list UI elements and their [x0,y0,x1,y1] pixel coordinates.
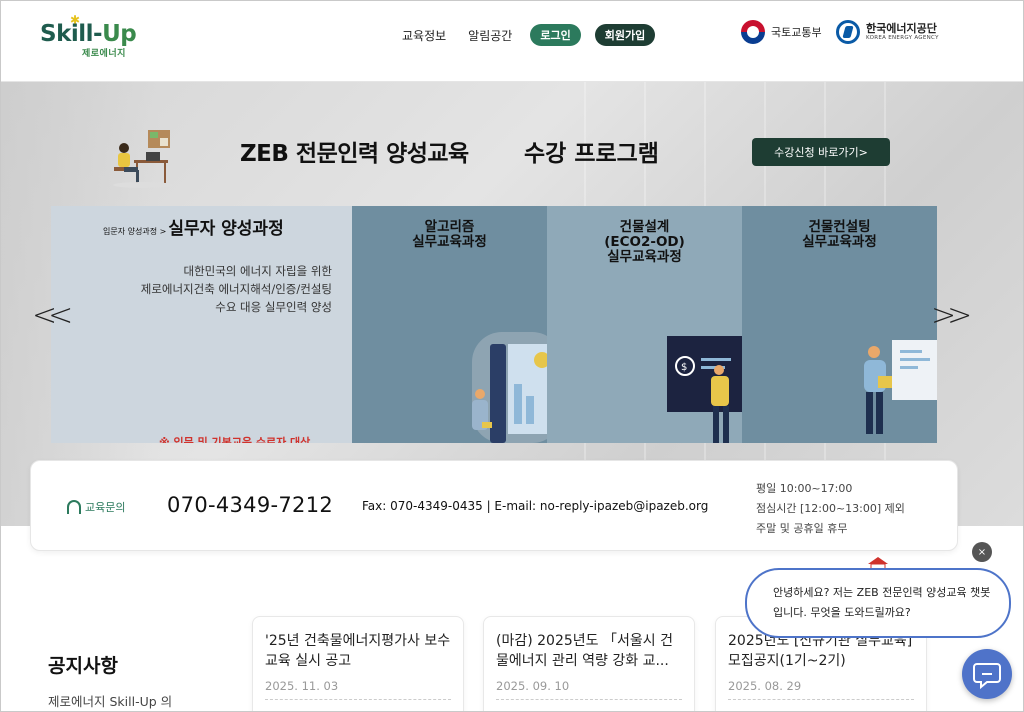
taegeuk-emblem-icon [741,20,765,44]
carousel-next-button[interactable]: >> [931,298,972,333]
course-carousel: 입문자 양성과정 > 실무자 양성과정 대한민국의 에너지 자립을 위한 제로에… [51,206,937,443]
notice-card-title: '25년 건축물에너지평가사 보수교육 실시 공고 [265,633,451,669]
slide-algorithm-course[interactable]: 알고리즘 실무교육과정 [352,206,547,443]
hero-subtitle: 수강 프로그램 [524,141,659,167]
contact-bar: 교육문의 070-4349-7212 Fax: 070-4349-0435 | … [30,460,958,551]
desk-worker-illustration [113,130,173,188]
notice-section-title: 공지사항 [48,655,118,677]
kea-label-en: KOREA ENERGY AGENCY [866,35,939,41]
notice-card[interactable]: (마감) 2025년도 「서울시 건물에너지 관리 역량 강화 교... 202… [483,616,695,712]
slide-building-design-course[interactable]: 건물설계 (ECO2-OD) 실무교육과정 $ [547,206,742,443]
molit-label: 국토교통부 [771,26,822,39]
money-chart-illustration: $ [667,336,742,443]
consultant-illustration [864,340,937,434]
notice-card-date: 2025. 08. 29 [728,679,802,693]
slide-title: 건물컨설팅 실무교육과정 [802,219,877,250]
notice-card[interactable]: '25년 건축물에너지평가사 보수교육 실시 공고 2025. 11. 03 [252,616,464,712]
chatbot-close-button[interactable]: × [972,542,992,562]
slide-practitioner-course[interactable]: 입문자 양성과정 > 실무자 양성과정 대한민국의 에너지 자립을 위한 제로에… [51,206,352,443]
notice-card-date: 2025. 09. 10 [496,679,570,693]
headset-icon [67,500,81,514]
data-dashboard-illustration [472,332,547,443]
contact-label: 교육문의 [85,501,126,514]
slide-breadcrumb: 입문자 양성과정 > [103,227,167,236]
divider [496,699,682,700]
chatbot-open-button[interactable] [962,649,1012,699]
main-nav: 교육정보 알림공간 로그인 회원가입 [398,24,656,46]
contact-hours: 평일 10:00~17:00 점심시간 [12:00~13:00] 제외 주말 … [756,482,905,535]
login-button[interactable]: 로그인 [530,24,581,46]
kea-link[interactable]: 한국에너지공단 KOREA ENERGY AGENCY [836,20,939,44]
carousel-prev-button[interactable]: << [32,298,73,333]
apply-now-button[interactable]: 수강신청 바로가기> [752,138,890,166]
notice-section-subtitle: 제로에너지 Skill-Up 의 [48,694,173,709]
slide-title: 알고리즘 실무교육과정 [412,219,487,250]
kea-label: 한국에너지공단 [866,22,937,35]
notice-card-title: (마감) 2025년도 「서울시 건물에너지 관리 역량 강화 교... [496,633,673,669]
logo-text: Skill- [40,21,103,47]
divider [265,699,451,700]
site-logo[interactable]: ✱ Skill-Up 제로에너지 [40,13,150,65]
contact-fax-email: Fax: 070-4349-0435 | E-mail: no-reply-ip… [362,499,709,513]
divider [728,699,914,700]
logo-text-up: Up [102,21,137,47]
contact-phone: 070-4349-7212 [167,493,334,517]
slide-note: ※ 입문 및 기본교육 수료자 대상 [159,436,311,443]
molit-link[interactable]: 국토교통부 [741,20,822,44]
svg-text:$: $ [681,362,687,373]
hero-title: ZEB 전문인력 양성교육 [240,141,469,167]
chatbot-greeting-bubble: 안녕하세요? 저는 ZEB 전문인력 양성교육 챗봇 입니다. 무엇을 도와드릴… [745,568,1011,638]
nav-notice-space[interactable]: 알림공간 [464,25,516,46]
site-header: ✱ Skill-Up 제로에너지 교육정보 알림공간 로그인 회원가입 국토교통… [0,0,1024,82]
slide-heading: 실무자 양성과정 [168,219,284,239]
chat-bubble-icon [973,663,1001,690]
signup-button[interactable]: 회원가입 [594,24,656,46]
kea-logo-icon [836,20,860,44]
slide-description: 대한민국의 에너지 자립을 위한 제로에너지건축 에너지해석/인증/컨설팅 수요… [140,264,332,314]
slide-title: 건물설계 (ECO2-OD) 실무교육과정 [604,219,685,265]
nav-education-info[interactable]: 교육정보 [398,25,450,46]
slide-building-consulting-course[interactable]: 건물컨설팅 실무교육과정 [742,206,937,443]
notice-card-date: 2025. 11. 03 [265,679,339,693]
logo-subtitle: 제로에너지 [82,49,126,59]
